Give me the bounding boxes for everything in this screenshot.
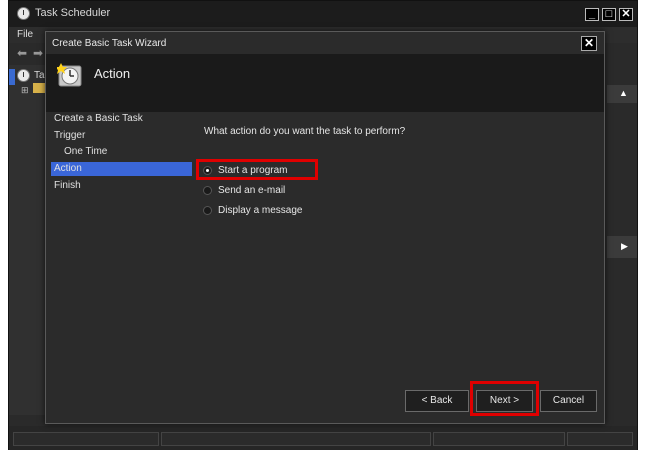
- task-scheduler-icon: [17, 7, 30, 20]
- back-arrow-icon[interactable]: ⬅: [17, 46, 27, 60]
- folder-icon: [33, 83, 45, 93]
- create-basic-task-dialog: Create Basic Task Wizard ✕ Action Create…: [45, 31, 605, 424]
- status-cell: [567, 432, 633, 446]
- menu-file[interactable]: File: [17, 29, 33, 40]
- highlight-box-start-program: [196, 159, 318, 180]
- tree-item-label[interactable]: Ta: [34, 70, 45, 81]
- back-button[interactable]: < Back: [405, 390, 469, 412]
- main-window-title: Task Scheduler: [35, 7, 111, 19]
- actions-pane-section[interactable]: ▶: [607, 236, 637, 258]
- navigation-tree: Ta ⊞: [9, 65, 49, 415]
- expand-icon[interactable]: ⊞: [21, 85, 29, 96]
- expand-right-icon[interactable]: ▶: [621, 241, 628, 252]
- cancel-button[interactable]: Cancel: [540, 390, 597, 412]
- maximize-button[interactable]: □: [602, 8, 616, 21]
- dialog-titlebar: Create Basic Task Wizard ✕: [46, 32, 604, 54]
- wizard-step-finish[interactable]: Finish: [54, 179, 190, 193]
- forward-arrow-icon[interactable]: ➡: [33, 46, 43, 60]
- dialog-close-button[interactable]: ✕: [581, 36, 597, 51]
- tree-selection-marker: [9, 69, 15, 85]
- option-display-message-label: Display a message: [218, 205, 303, 216]
- wizard-step-heading: Action: [94, 66, 131, 81]
- minimize-button[interactable]: _: [585, 8, 599, 21]
- main-titlebar: Task Scheduler _ □ ✕: [9, 1, 637, 27]
- radio-display-message[interactable]: [203, 206, 212, 215]
- close-button[interactable]: ✕: [619, 8, 633, 21]
- highlight-box-next: [470, 381, 539, 416]
- tree-scheduler-icon: [17, 69, 30, 82]
- wizard-step-trigger[interactable]: Trigger: [54, 129, 190, 143]
- status-cell: [433, 432, 565, 446]
- option-send-email-label: Send an e-mail: [218, 185, 286, 196]
- status-bar: [9, 426, 637, 450]
- actions-pane-header[interactable]: ▲: [607, 85, 637, 103]
- task-wizard-clock-icon: [57, 63, 82, 87]
- collapse-up-icon[interactable]: ▲: [619, 88, 628, 98]
- status-cell: [161, 432, 431, 446]
- dialog-header: [46, 54, 604, 112]
- status-cell: [13, 432, 159, 446]
- wizard-step-create-basic-task[interactable]: Create a Basic Task: [54, 112, 190, 126]
- radio-send-email[interactable]: [203, 186, 212, 195]
- action-question: What action do you want the task to perf…: [204, 126, 406, 137]
- dialog-title: Create Basic Task Wizard: [52, 38, 167, 49]
- wizard-step-action[interactable]: Action: [51, 162, 192, 176]
- wizard-step-one-time[interactable]: One Time: [64, 145, 200, 159]
